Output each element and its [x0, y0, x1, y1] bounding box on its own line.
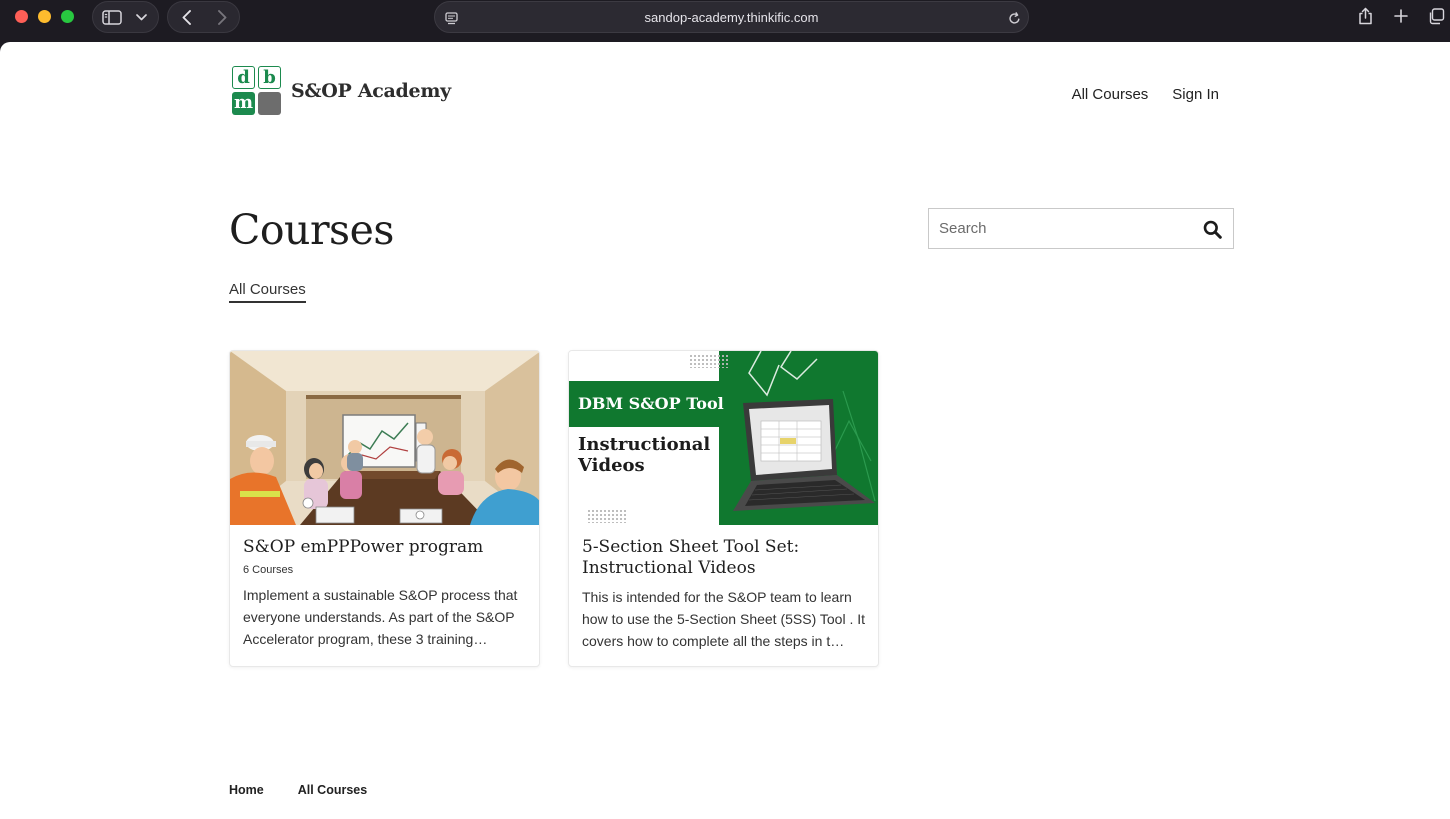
footer-all-courses-link[interactable]: All Courses [298, 783, 367, 797]
course-search [928, 208, 1234, 249]
course-description: Implement a sustainable S&OP process tha… [243, 587, 518, 647]
fullscreen-window-button[interactable] [61, 10, 74, 23]
site-logo[interactable]: d b m S&OP Academy [232, 66, 451, 116]
reload-icon[interactable] [1006, 10, 1022, 26]
forward-arrow-icon[interactable] [213, 8, 231, 26]
logo-grey-square [258, 92, 281, 115]
web-page: d b m S&OP Academy All Courses Sign In C… [0, 42, 1450, 819]
new-tab-plus-icon[interactable] [1391, 6, 1411, 26]
back-arrow-icon[interactable] [177, 8, 195, 26]
url-text: sandop-academy.thinkific.com [644, 10, 819, 25]
thumbnail-heading: Instructional Videos [578, 434, 711, 476]
logo-letter-b: b [258, 66, 281, 89]
address-bar[interactable]: sandop-academy.thinkific.com [434, 1, 1029, 33]
tab-overview-icon[interactable] [1426, 6, 1446, 26]
course-description: This is intended for the S&OP team to le… [582, 589, 866, 649]
top-navigation: All Courses Sign In [1072, 86, 1219, 103]
course-title[interactable]: S&OP emPPPower program [243, 537, 527, 558]
browser-toolbar: sandop-academy.thinkific.com [0, 0, 1450, 42]
course-count: 6 Courses [243, 564, 294, 576]
course-card[interactable]: DBM S&OP Tool Instructional Videos 5-Sec… [568, 350, 879, 667]
sidebar-icon[interactable] [101, 8, 123, 26]
site-name: S&OP Academy [291, 80, 451, 102]
thumbnail-dot-pattern-bottom [587, 509, 627, 523]
nav-sign-in-link[interactable]: Sign In [1172, 86, 1219, 103]
course-card[interactable]: S&OP emPPPower program 6 Courses Impleme… [229, 350, 540, 667]
search-input[interactable] [939, 209, 1189, 248]
minimize-window-button[interactable] [38, 10, 51, 23]
share-icon[interactable] [1355, 6, 1375, 26]
thumbnail-dot-pattern-top [689, 354, 729, 368]
search-button[interactable] [1201, 218, 1223, 240]
course-thumbnail-meeting-illustration [230, 351, 539, 525]
nav-all-courses-link[interactable]: All Courses [1072, 86, 1149, 103]
logo-letter-m: m [232, 92, 255, 115]
close-window-button[interactable] [15, 10, 28, 23]
tab-all-courses[interactable]: All Courses [229, 281, 306, 303]
chevron-down-icon[interactable] [133, 9, 149, 25]
footer-navigation: Home All Courses [229, 783, 367, 797]
thumbnail-band-text: DBM S&OP Tool [578, 394, 724, 413]
page-title: Courses [229, 206, 394, 254]
course-title[interactable]: 5-Section Sheet Tool Set: Instructional … [582, 537, 866, 579]
course-card-body: 5-Section Sheet Tool Set: Instructional … [582, 537, 866, 652]
course-card-body: S&OP emPPPower program 6 Courses Impleme… [243, 537, 527, 650]
laptop-illustration [733, 399, 875, 511]
course-thumbnail-instructional-videos: DBM S&OP Tool Instructional Videos [569, 351, 878, 525]
dbm-logo-mark: d b m [232, 66, 282, 116]
search-icon [1203, 220, 1222, 239]
logo-letter-d: d [232, 66, 255, 89]
footer-home-link[interactable]: Home [229, 783, 264, 797]
